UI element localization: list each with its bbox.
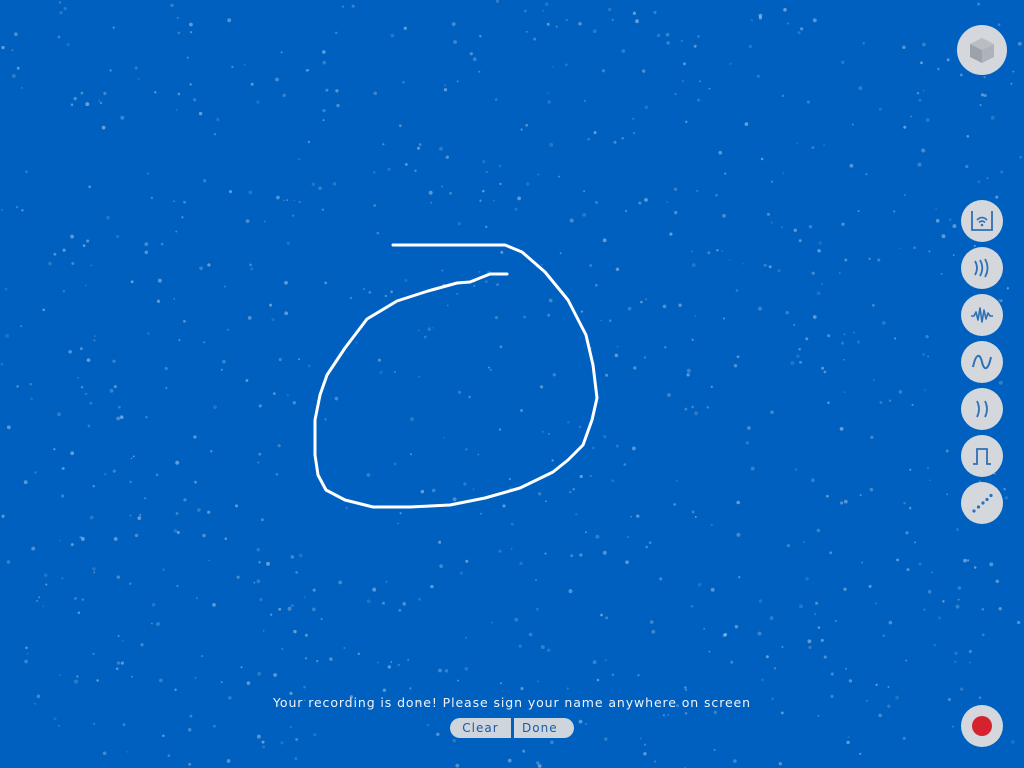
- signature-stroke: [313, 243, 599, 509]
- tool-square-wave-button[interactable]: [961, 435, 1003, 477]
- noise-wave-icon: [971, 307, 993, 323]
- signature-actions: Clear Done: [450, 718, 574, 738]
- tool-sine-wave-button[interactable]: [961, 341, 1003, 383]
- signature-prompt: Your recording is done! Please sign your…: [273, 695, 751, 710]
- tool-sound-waves-button[interactable]: [961, 247, 1003, 289]
- tool-parentheses-button[interactable]: [961, 388, 1003, 430]
- tool-noise-wave-button[interactable]: [961, 294, 1003, 336]
- square-wave-icon: [973, 448, 991, 465]
- record-button[interactable]: [961, 705, 1003, 747]
- tool-dotted-line-button[interactable]: [961, 482, 1003, 524]
- sine-wave-icon: [972, 354, 992, 370]
- cube-icon: [970, 38, 994, 63]
- done-button[interactable]: Done: [514, 718, 574, 738]
- clear-button[interactable]: Clear: [450, 718, 511, 738]
- tool-room-wifi-button[interactable]: [961, 200, 1003, 242]
- room-wifi-icon: [971, 211, 993, 231]
- sound-waves-icon: [974, 258, 989, 278]
- parentheses-icon: [976, 400, 988, 418]
- drawing-canvas[interactable]: [0, 0, 1024, 768]
- record-icon: [972, 716, 992, 736]
- dotted-line-icon: [972, 493, 993, 513]
- cube-button[interactable]: [957, 25, 1007, 75]
